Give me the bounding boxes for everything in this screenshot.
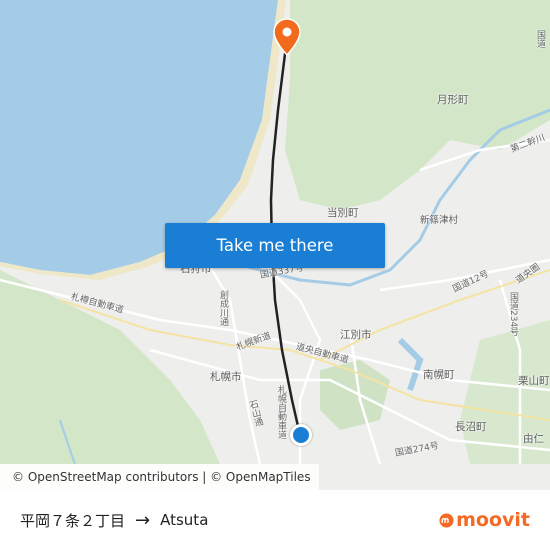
label-ebetsu: 江別市 [340,329,372,341]
arrow-right-icon: → [135,509,151,531]
map-attribution[interactable]: © OpenStreetMap contributors | © OpenMap… [0,464,319,490]
label-nanporo: 南幌町 [423,369,455,381]
label-kokudo234: 国道234号 [508,292,518,337]
label-kuriyama: 栗山町 [518,375,550,387]
root: 月形町 第二幹川 新篠津村 当別町 石狩市 国道337号 国道12号 道央圏 国… [0,0,550,550]
destination-name: Atsuta [160,511,209,529]
label-kokudo-ne: 国道 [535,30,545,48]
moovit-logo-icon [439,512,454,528]
label-shinshinotsu: 新篠津村 [420,215,459,226]
origin-name: 平岡７条２丁目 [20,511,126,530]
label-sapporo: 札幌市 [210,371,242,383]
label-yuni: 由仁 [523,433,544,445]
label-naganuma: 長沼町 [455,421,487,433]
moovit-logo: moovit [439,509,530,531]
label-sapporo-expressway: 札幌自動車道 [276,385,286,439]
map-canvas[interactable]: 月形町 第二幹川 新篠津村 当別町 石狩市 国道337号 国道12号 道央圏 国… [0,0,550,490]
label-soseigawa-dori: 創成川通 [218,290,228,326]
origin-marker-icon[interactable] [290,424,312,446]
take-me-there-button[interactable]: Take me there [165,223,385,268]
route-summary: 平岡７条２丁目 → Atsuta [20,510,208,531]
label-tobetsu: 当別町 [327,207,359,219]
brand-name: moovit [456,509,530,531]
destination-pin-icon[interactable] [273,18,301,56]
footer: 平岡７条２丁目 → Atsuta moovit [0,490,550,550]
label-tsukigata: 月形町 [437,94,469,106]
